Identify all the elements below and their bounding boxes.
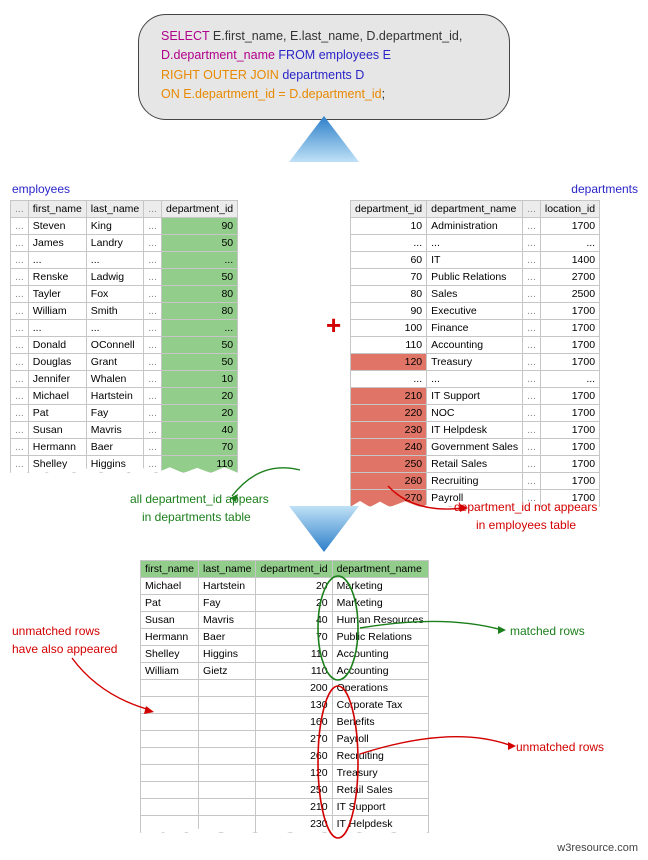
note-not-in-emp-2: in employees table [476, 518, 576, 532]
table-row: 270Payroll [141, 731, 429, 748]
table-row: 130Corporate Tax [141, 697, 429, 714]
table-row: 200Operations [141, 680, 429, 697]
col-dept-name: department_name [427, 201, 523, 218]
sql-query-bubble: SELECT E.first_name, E.last_name, D.depa… [138, 14, 510, 120]
table-row: ...ShelleyHiggins...110 [11, 456, 238, 473]
table-row: 220NOC...1700 [351, 405, 600, 422]
table-row: 100Finance...1700 [351, 320, 600, 337]
table-row: ShelleyHiggins110Accounting [141, 646, 429, 663]
table-row: 260Recruiting...1700 [351, 473, 600, 490]
note-unmatched: unmatched rows [516, 740, 604, 754]
table-row: ...RenskeLadwig...50 [11, 269, 238, 286]
table-row: 210IT Support...1700 [351, 388, 600, 405]
table-row: PatFay20Marketing [141, 595, 429, 612]
col-last-name: last_name [199, 561, 256, 578]
table-row: 210IT Support [141, 799, 429, 816]
table-row: 250Retail Sales [141, 782, 429, 799]
note-all-dept-1: all department_id appears [130, 492, 269, 506]
table-row: ...StevenKing...90 [11, 218, 238, 235]
table-row: ...JenniferWhalen...10 [11, 371, 238, 388]
col-loc-id: location_id [540, 201, 599, 218]
note-matched: matched rows [510, 624, 585, 638]
arrow-up-icon [289, 116, 359, 162]
table-row: 260Recruiting [141, 748, 429, 765]
table-row: ...TaylerFox...80 [11, 286, 238, 303]
col-first-name: first_name [141, 561, 199, 578]
table-row: 70Public Relations...2700 [351, 269, 600, 286]
table-row: ...DouglasGrant...50 [11, 354, 238, 371]
employees-table: ...first_namelast_name...department_id..… [10, 200, 238, 473]
table-row: 230IT Helpdesk...1700 [351, 422, 600, 439]
col-last-name: last_name [86, 201, 143, 218]
col-dept-name: department_name [332, 561, 428, 578]
col-first-name: first_name [28, 201, 86, 218]
table-row: ...WilliamSmith...80 [11, 303, 238, 320]
table-row: 230IT Helpdesk [141, 816, 429, 833]
table-row: 120Treasury [141, 765, 429, 782]
note-unmatched-appeared-2: have also appeared [12, 642, 117, 656]
table-row: ............... [11, 252, 238, 269]
result-table-container: first_namelast_namedepartment_iddepartme… [140, 560, 429, 833]
table-row: 160Benefits [141, 714, 429, 731]
table-row: 80Sales...2500 [351, 286, 600, 303]
note-unmatched-appeared-1: unmatched rows [12, 624, 100, 638]
sql-select: SELECT [161, 29, 209, 43]
table-row: 240Government Sales...1700 [351, 439, 600, 456]
departments-table: department_iddepartment_name...location_… [350, 200, 600, 507]
table-row: ............... [11, 320, 238, 337]
table-row: ............ [351, 235, 600, 252]
table-row: MichaelHartstein20Marketing [141, 578, 429, 595]
departments-label: departments [571, 182, 638, 196]
table-row: ...PatFay...20 [11, 405, 238, 422]
col-dept-id: department_id [162, 201, 238, 218]
employees-label: employees [12, 182, 70, 196]
table-row: ............ [351, 371, 600, 388]
plus-icon: + [326, 310, 341, 341]
table-row: ...JamesLandry...50 [11, 235, 238, 252]
table-row: ...HermannBaer...70 [11, 439, 238, 456]
credit-label: w3resource.com [557, 842, 638, 854]
employees-table-container: ...first_namelast_name...department_id..… [10, 200, 238, 473]
table-row: 60IT...1400 [351, 252, 600, 269]
table-row: WilliamGietz110Accounting [141, 663, 429, 680]
note-not-in-emp-1: department_id not appears [454, 500, 597, 514]
note-all-dept-2: in departments table [142, 510, 251, 524]
table-row: HermannBaer70Public Relations [141, 629, 429, 646]
table-row: 120Treasury...1700 [351, 354, 600, 371]
table-row: 90Executive...1700 [351, 303, 600, 320]
table-row: ...SusanMavris...40 [11, 422, 238, 439]
table-row: ...MichaelHartstein...20 [11, 388, 238, 405]
table-row: SusanMavris40Human Resources [141, 612, 429, 629]
table-row: 250Retail Sales...1700 [351, 456, 600, 473]
table-row: ...DonaldOConnell...50 [11, 337, 238, 354]
col-dept-id: department_id [256, 561, 332, 578]
result-table: first_namelast_namedepartment_iddepartme… [140, 560, 429, 833]
table-row: 10Administration...1700 [351, 218, 600, 235]
table-row: 110Accounting...1700 [351, 337, 600, 354]
departments-table-container: department_iddepartment_name...location_… [350, 200, 600, 507]
arrow-down-icon [289, 506, 359, 552]
col-dept-id: department_id [351, 201, 427, 218]
